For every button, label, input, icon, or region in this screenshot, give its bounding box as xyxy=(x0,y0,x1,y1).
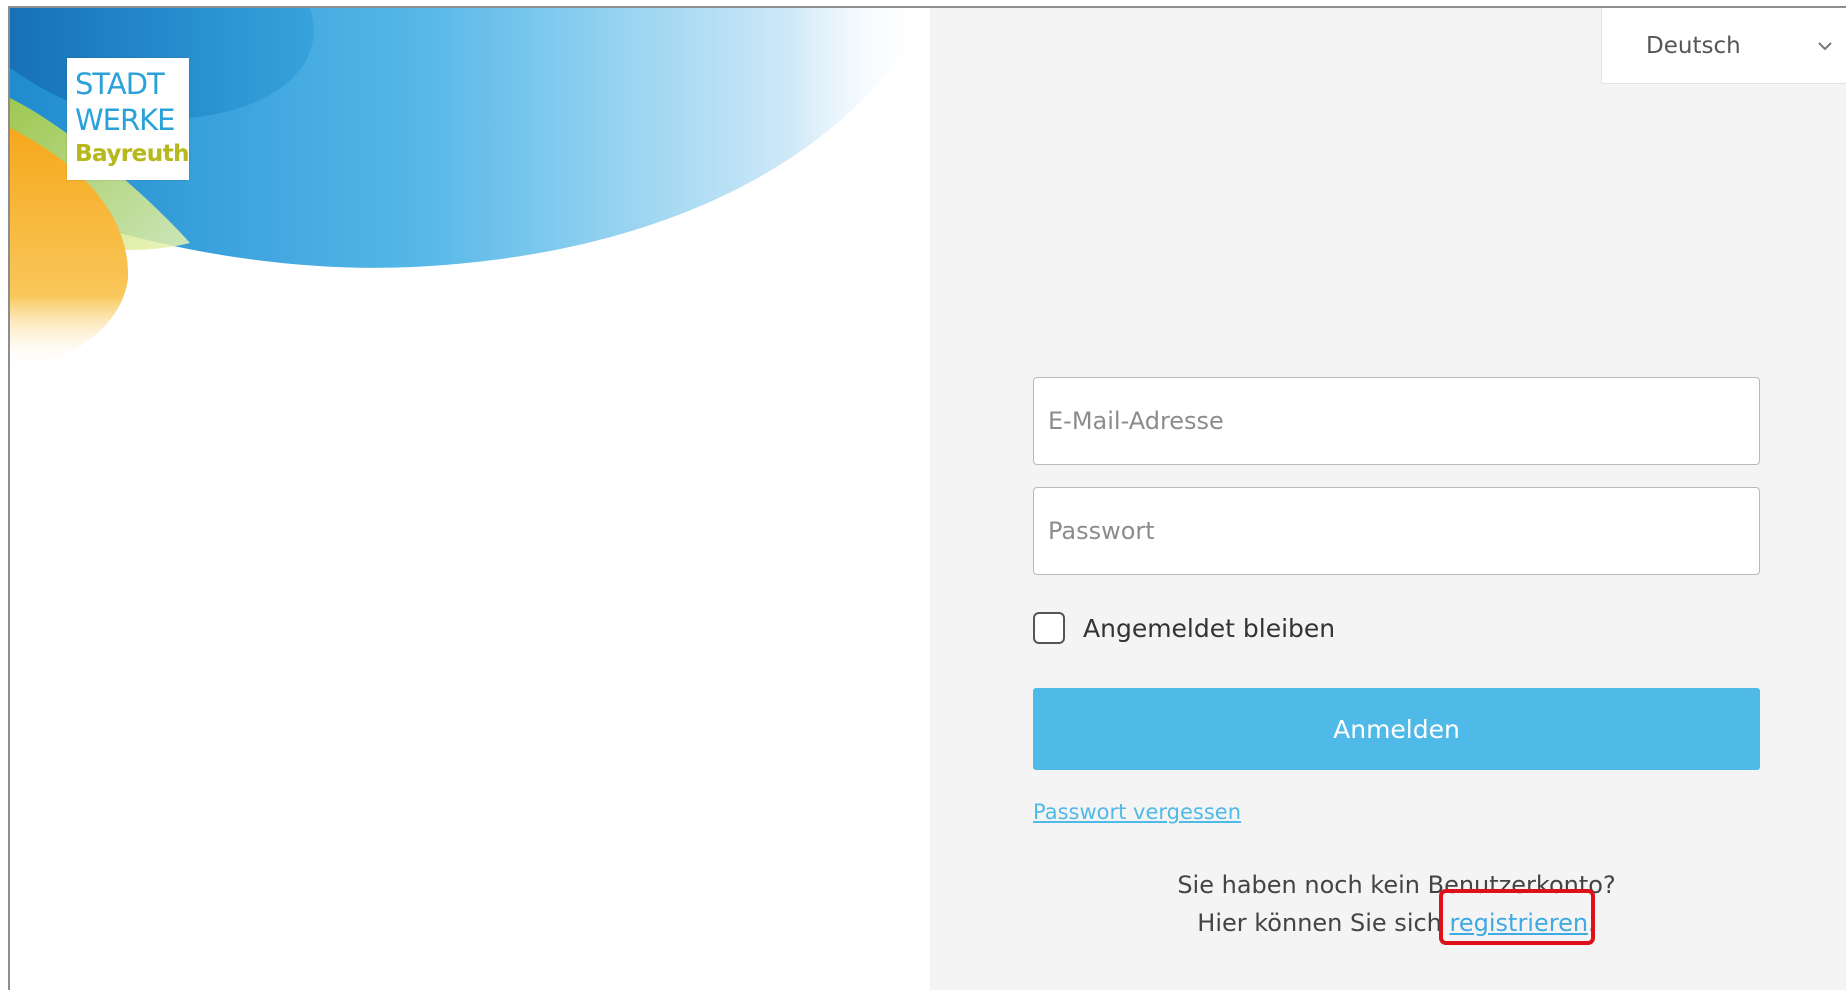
register-line: Hier können Sie sich registrieren. xyxy=(1033,904,1760,942)
language-selected: Deutsch xyxy=(1646,32,1741,59)
chevron-down-icon xyxy=(1818,41,1832,50)
remember-me[interactable]: Angemeldet bleiben xyxy=(1033,612,1335,644)
stadtwerke-logo: STADT WERKE Bayreuth xyxy=(67,58,190,180)
logo-text-bayreuth: Bayreuth xyxy=(75,138,190,170)
register-link[interactable]: registrieren xyxy=(1450,909,1589,937)
logo-text-werke: WERKE xyxy=(75,103,176,137)
logo-text-stadt: STADT xyxy=(75,67,165,101)
register-suffix: . xyxy=(1588,909,1596,937)
email-field[interactable] xyxy=(1033,377,1760,465)
brand-panel: STADT WERKE Bayreuth xyxy=(10,8,930,990)
password-input[interactable] xyxy=(1046,516,1747,546)
register-question: Sie haben noch kein Benutzerkonto? xyxy=(1177,871,1616,899)
remember-label[interactable]: Angemeldet bleiben xyxy=(1083,614,1335,643)
email-input[interactable] xyxy=(1046,406,1747,436)
register-prefix: Hier können Sie sich xyxy=(1197,909,1450,937)
browser-frame: STADT WERKE Bayreuth Deutsch Angemeldet … xyxy=(8,6,1846,990)
language-select[interactable]: Deutsch xyxy=(1601,8,1846,84)
register-prompt: Sie haben noch kein Benutzerkonto? Hier … xyxy=(1033,866,1760,942)
password-field[interactable] xyxy=(1033,487,1760,575)
login-button[interactable]: Anmelden xyxy=(1033,688,1760,770)
forgot-password-link[interactable]: Passwort vergessen xyxy=(1033,800,1241,824)
login-panel: Deutsch Angemeldet bleiben Anmelden Pass… xyxy=(930,8,1846,990)
remember-checkbox[interactable] xyxy=(1033,612,1065,644)
